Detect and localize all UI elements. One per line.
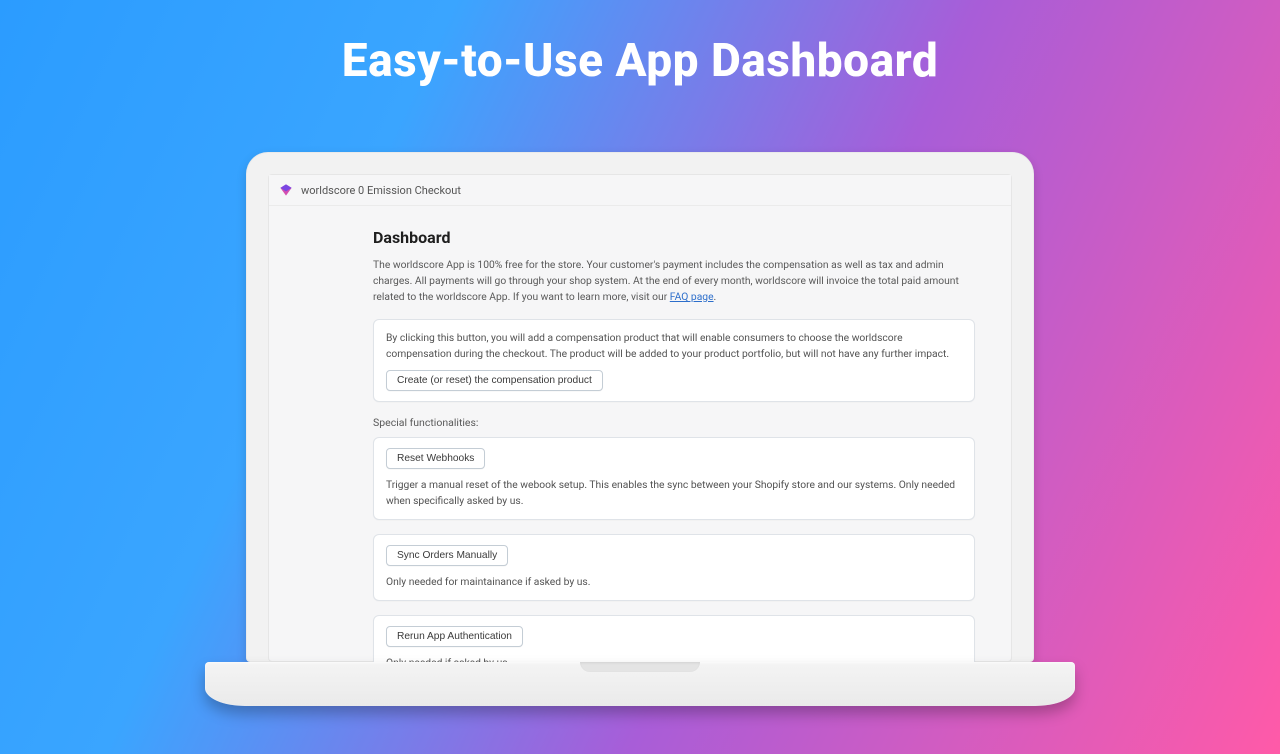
- intro-text-prefix: The worldscore App is 100% free for the …: [373, 258, 959, 303]
- rerun-auth-text: Only needed if asked by us.: [386, 655, 962, 662]
- laptop-screen-bezel: worldscore 0 Emission Checkout Dashboard…: [246, 152, 1034, 662]
- sync-orders-button[interactable]: Sync Orders Manually: [386, 545, 508, 566]
- app-header: worldscore 0 Emission Checkout: [269, 175, 1011, 206]
- rerun-auth-card: Rerun App Authentication Only needed if …: [373, 615, 975, 662]
- app-content: Dashboard The worldscore App is 100% fre…: [269, 206, 1011, 662]
- reset-webhooks-button[interactable]: Reset Webhooks: [386, 448, 485, 469]
- marketing-hero-title: Easy-to-Use App Dashboard: [0, 34, 1280, 88]
- page-heading: Dashboard: [373, 228, 975, 247]
- worldscore-logo-icon: [279, 183, 293, 197]
- special-functionalities-label: Special functionalities:: [373, 416, 975, 429]
- compensation-explainer: By clicking this button, you will add a …: [386, 330, 962, 362]
- intro-paragraph: The worldscore App is 100% free for the …: [373, 257, 975, 305]
- compensation-product-card: By clicking this button, you will add a …: [373, 319, 975, 402]
- app-title: worldscore 0 Emission Checkout: [301, 184, 461, 197]
- reset-webhooks-text: Trigger a manual reset of the webook set…: [386, 477, 962, 509]
- rerun-auth-button[interactable]: Rerun App Authentication: [386, 626, 523, 647]
- sync-orders-text: Only needed for maintainance if asked by…: [386, 574, 962, 590]
- sync-orders-card: Sync Orders Manually Only needed for mai…: [373, 534, 975, 601]
- app-window: worldscore 0 Emission Checkout Dashboard…: [268, 174, 1012, 662]
- laptop-mockup: worldscore 0 Emission Checkout Dashboard…: [246, 152, 1034, 706]
- laptop-trackpad-notch: [580, 662, 700, 672]
- intro-text-suffix: .: [714, 290, 717, 303]
- create-compensation-button[interactable]: Create (or reset) the compensation produ…: [386, 370, 603, 391]
- faq-link[interactable]: FAQ page: [670, 290, 714, 303]
- laptop-base: [205, 662, 1075, 706]
- reset-webhooks-card: Reset Webhooks Trigger a manual reset of…: [373, 437, 975, 520]
